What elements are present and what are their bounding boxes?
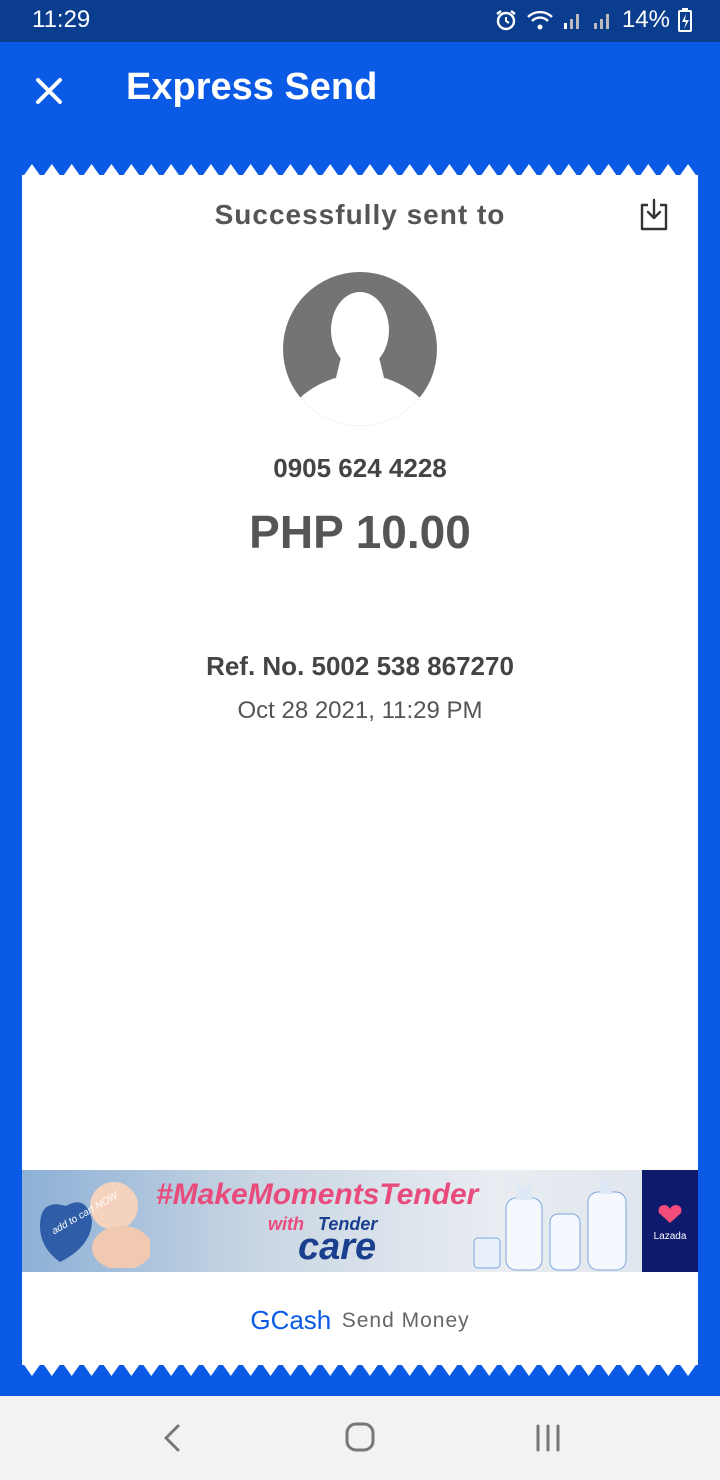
lazada-heart-icon [658,1205,682,1223]
battery-charging-icon [678,8,692,32]
status-bar: 11:29 14% [0,0,720,42]
home-icon[interactable] [340,1420,380,1456]
recipient-number: 0905 624 4228 [273,453,447,483]
service-label: Send Money [341,1308,470,1332]
gcash-brand: GCash [250,1305,332,1335]
product-bottles-image [473,1180,627,1271]
reference-number: Ref. No. 5002 538 867270 [206,651,514,681]
ad-banner[interactable]: add to cart NOW #MakeMomentsTender with … [22,1170,698,1272]
signal-icon [593,14,609,29]
success-heading: Successfully sent to [214,199,506,230]
close-icon[interactable] [28,70,70,112]
baby-with-heart-image: add to cart NOW [40,1182,150,1268]
back-icon[interactable] [154,1420,194,1456]
signal-icon [563,14,579,29]
recents-icon[interactable] [528,1420,568,1456]
receipt-card: Successfully sent to 0905 624 4228 PHP 1… [22,175,698,1365]
ad-hashtag: #MakeMomentsTender [156,1178,479,1211]
ad-brand-main: care [298,1226,377,1268]
status-icons: 14% [494,6,692,34]
page-title: Express Send [126,66,378,108]
partner-badge: Lazada [642,1170,698,1272]
wifi-icon [527,10,553,30]
partner-name: Lazada [653,1231,687,1242]
amount-sent: PHP 10.00 [249,506,471,558]
alarm-icon [496,10,516,31]
default-avatar-icon [283,272,437,426]
system-nav-bar [0,1396,720,1480]
status-time: 11:29 [32,6,91,33]
app-header: Express Send [0,42,720,142]
transaction-datetime: Oct 28 2021, 11:29 PM [237,697,483,724]
battery-percent: 14% [621,6,670,33]
receipt-footer: GCash Send Money [22,1305,698,1336]
